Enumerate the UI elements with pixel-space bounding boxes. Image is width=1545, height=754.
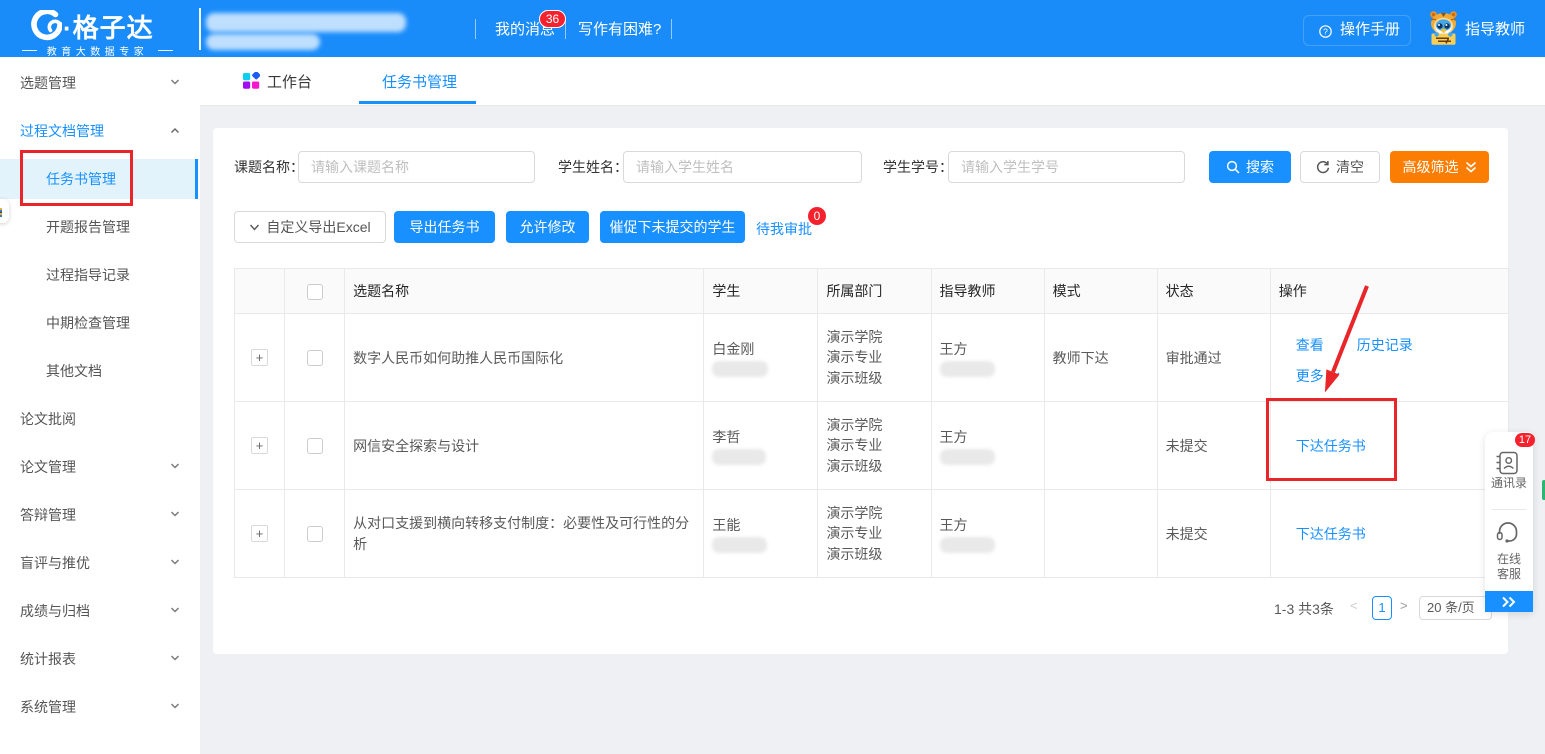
svg-text:?: ?: [1323, 27, 1328, 37]
